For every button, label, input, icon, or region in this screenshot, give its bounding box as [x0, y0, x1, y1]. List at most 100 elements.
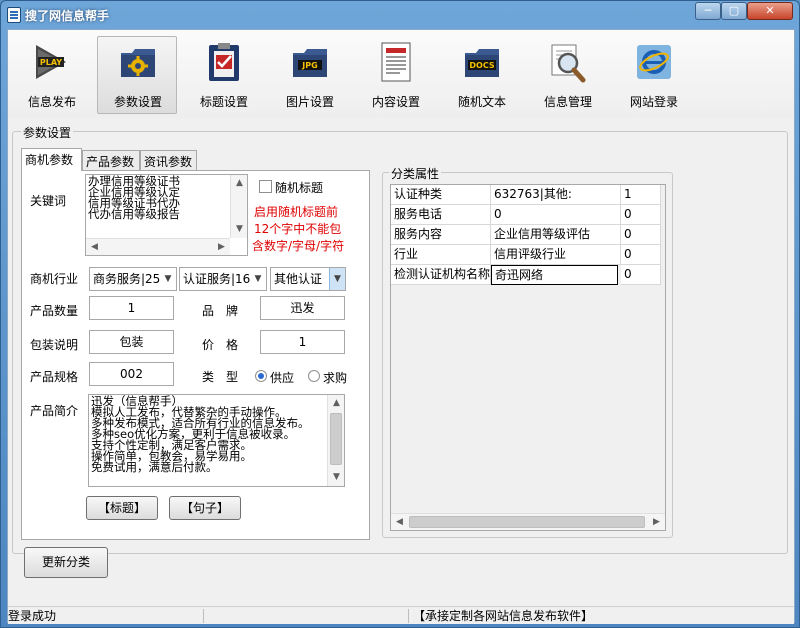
title-bar[interactable]: 搜了网信息帮手 ─ ▢ ✕ [1, 1, 799, 29]
price-input[interactable]: 1 [260, 330, 345, 354]
toolbar-label: 图片设置 [285, 95, 334, 109]
keyword-line: 代办信用等级报告 [88, 207, 180, 221]
title-button[interactable]: 【标题】 [86, 496, 158, 520]
tab-news[interactable]: 资讯参数 [140, 150, 197, 170]
type-supply-radio[interactable] [255, 370, 267, 382]
intro-vscrollbar[interactable]: ▲ ▼ [327, 395, 344, 486]
brand-input[interactable]: 迅发 [260, 296, 345, 320]
scroll-down-arrow-icon[interactable]: ▼ [328, 469, 344, 486]
package-input[interactable]: 包装 [89, 330, 174, 354]
classification-grid: 认证种类 632763|其他: 1 服务电话 0 0 服务内容 企业信用等级评估… [390, 184, 666, 531]
toolbar-button-login[interactable]: 网站登录 [613, 36, 693, 114]
industry-select-3-value: 其他认证 [274, 272, 323, 286]
scroll-up-arrow-icon[interactable]: ▲ [328, 395, 344, 412]
grid-cell-flag[interactable]: 0 [621, 265, 661, 285]
magnifier-icon [551, 44, 586, 83]
clipboard-check-icon [209, 43, 239, 81]
chevron-down-icon: ▼ [160, 268, 176, 290]
grid-cell-name: 认证种类 [391, 185, 491, 205]
status-divider [203, 609, 204, 623]
toolbar-button-content[interactable]: 内容设置 [355, 36, 435, 114]
docs-folder-icon: DOCS [465, 49, 499, 77]
grid-cell-value[interactable]: 632763|其他: [491, 185, 621, 205]
grid-cell-name: 行业 [391, 245, 491, 265]
industry-label: 商机行业 [30, 272, 79, 286]
grid-row[interactable]: 服务内容 企业信用等级评估 0 [391, 225, 665, 245]
grid-cell-value-editing[interactable]: 奇迅网络 [491, 265, 618, 285]
intro-line: 免费试用，满意后付款。 [91, 460, 218, 474]
business-params-panel: 关键词 办理信用等级证书 企业信用等级认定 信用等级证书代办 代办信用等级报告 … [21, 170, 370, 540]
toolbar-button-random-text[interactable]: DOCS 随机文本 [441, 36, 521, 114]
grid-row[interactable]: 检测认证机构名称 奇迅网络 0 [391, 265, 665, 285]
product-count-label: 产品数量 [30, 304, 79, 318]
industry-select-1[interactable]: 商务服务|25 ▼ [89, 267, 177, 291]
update-category-button[interactable]: 更新分类 [24, 547, 108, 578]
grid-cell-flag[interactable]: 0 [621, 245, 661, 265]
toolbar-label: 信息管理 [543, 95, 592, 109]
status-login: 登录成功 [8, 609, 57, 623]
toolbar-button-manage[interactable]: 信息管理 [527, 36, 607, 114]
grid-cell-name: 检测认证机构名称 [391, 265, 491, 285]
grid-cell-flag[interactable]: 0 [621, 205, 661, 225]
toolbar-button-title[interactable]: 标题设置 [183, 36, 263, 114]
toolbar-label: 随机文本 [457, 95, 506, 109]
svg-text:DOCS: DOCS [469, 61, 494, 70]
tab-product[interactable]: 产品参数 [82, 150, 140, 170]
toolbar-button-publish[interactable]: PLAY 信息发布 [11, 36, 91, 114]
gear-folder-icon [121, 49, 155, 77]
industry-select-3[interactable]: 其他认证 ▼ [270, 267, 346, 291]
close-button[interactable]: ✕ [747, 2, 793, 20]
grid-cell-name: 服务电话 [391, 205, 491, 225]
toolbar-button-params[interactable]: 参数设置 [97, 36, 177, 114]
scroll-right-arrow-icon[interactable]: ▶ [648, 514, 665, 530]
type-label: 类 型 [202, 370, 239, 384]
warning-line: 启用随机标题前 [254, 205, 339, 219]
intro-textarea[interactable]: 迅发（信息帮手） 模拟人工发布，代替繁杂的手动操作。 多种发布模式，适合所有行业… [88, 394, 345, 487]
keywords-textarea[interactable]: 办理信用等级证书 企业信用等级认定 信用等级证书代办 代办信用等级报告 ▲ ▼ … [85, 174, 248, 256]
svg-text:JPG: JPG [301, 61, 317, 70]
brand-label: 品 牌 [202, 304, 239, 318]
grid-hscrollbar[interactable]: ◀ ▶ [391, 513, 665, 530]
grid-row[interactable]: 服务电话 0 0 [391, 205, 665, 225]
industry-select-2[interactable]: 认证服务|16 ▼ [179, 267, 267, 291]
main-toolbar: PLAY 信息发布 参数设置 标题设置 JPG 图片设置 内容设置 DOCS 随… [8, 30, 794, 118]
status-divider [408, 609, 409, 623]
random-title-checkbox[interactable] [259, 180, 272, 193]
scroll-right-arrow-icon[interactable]: ▶ [213, 239, 230, 255]
price-label: 价 格 [202, 338, 239, 352]
grid-cell-value[interactable]: 信用评级行业 [491, 245, 621, 265]
toolbar-button-image[interactable]: JPG 图片设置 [269, 36, 349, 114]
product-count-input[interactable]: 1 [89, 296, 174, 320]
maximize-button[interactable]: ▢ [721, 2, 747, 20]
sentence-button[interactable]: 【句子】 [169, 496, 241, 520]
tab-business[interactable]: 商机参数 [21, 148, 82, 171]
grid-cell-flag[interactable]: 0 [621, 225, 661, 245]
grid-row[interactable]: 行业 信用评级行业 0 [391, 245, 665, 265]
industry-select-1-value: 商务服务|25 [93, 272, 161, 286]
scroll-left-arrow-icon[interactable]: ◀ [391, 514, 408, 530]
toolbar-label: 标题设置 [199, 95, 248, 109]
grid-scroll-thumb[interactable] [409, 516, 645, 528]
jpg-folder-icon: JPG [293, 49, 327, 77]
keywords-hscrollbar[interactable]: ◀ ▶ [86, 238, 230, 255]
toolbar-label: 参数设置 [113, 95, 162, 109]
status-bar: 登录成功 【承接定制各网站信息发布软件】 [8, 606, 794, 624]
type-purchase-radio[interactable] [308, 370, 320, 382]
classification-group-title: 分类属性 [389, 165, 442, 182]
spec-input[interactable]: 002 [89, 362, 174, 386]
grid-cell-flag[interactable]: 1 [621, 185, 661, 205]
scroll-left-arrow-icon[interactable]: ◀ [86, 239, 103, 255]
keywords-label: 关键词 [30, 194, 67, 208]
scroll-up-arrow-icon[interactable]: ▲ [231, 175, 247, 192]
grid-cell-value[interactable]: 企业信用等级评估 [491, 225, 621, 245]
scroll-down-arrow-icon[interactable]: ▼ [231, 221, 247, 238]
type-purchase-label: 求购 [323, 371, 348, 385]
grid-row[interactable]: 认证种类 632763|其他: 1 [391, 185, 665, 205]
grid-cell-value[interactable]: 0 [491, 205, 621, 225]
toolbar-label: 信息发布 [27, 95, 76, 109]
intro-scroll-thumb[interactable] [330, 413, 342, 465]
minimize-button[interactable]: ─ [695, 2, 721, 20]
package-label: 包装说明 [30, 338, 79, 352]
app-icon [7, 7, 21, 23]
keywords-vscrollbar[interactable]: ▲ ▼ [230, 175, 247, 238]
